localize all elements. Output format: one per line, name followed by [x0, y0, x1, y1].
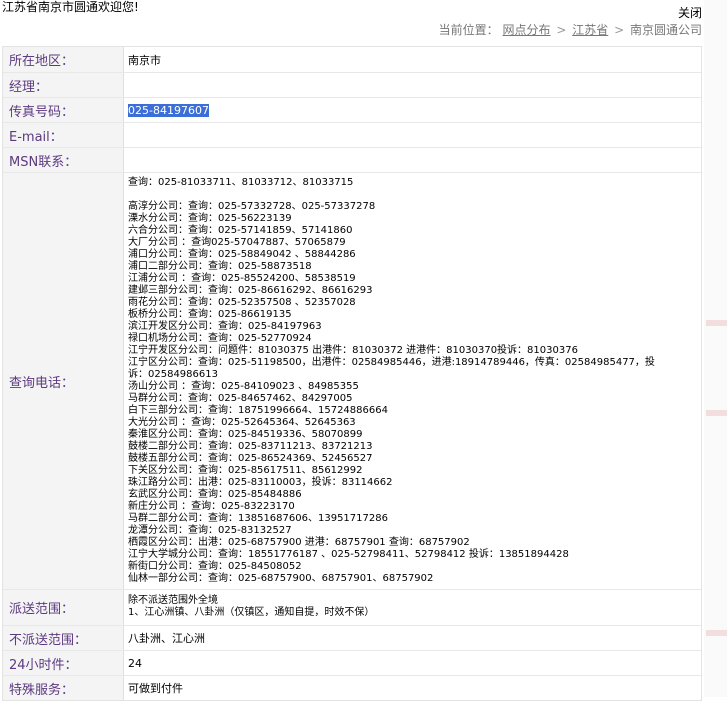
- label-area: 所在地区：: [3, 47, 124, 72]
- background-page-strip: [704, 0, 727, 697]
- row-fax: 传真号码： 025-84197607: [3, 98, 701, 123]
- value-manager: [124, 73, 701, 97]
- inquiry-line: 栖霞区分公司：出港：025-68757900 进港：68757901 查询：68…: [128, 537, 470, 548]
- breadcrumb-current: 南京圆通公司: [629, 23, 702, 37]
- delivery-line: 1、江心洲镇、八卦洲（仅镇区，通知自提，时效不保）: [128, 607, 375, 618]
- label-delivery: 派送范围：: [3, 590, 124, 625]
- inquiry-line: 溧水分公司：查询：025-56223139: [128, 213, 292, 224]
- inquiry-line: 大厂分公司 ：查询025-57047887、57065879: [128, 237, 346, 248]
- inquiry-line: 新街口分公司：查询：025-84508052: [128, 561, 302, 572]
- breadcrumb-prefix: 当前位置：: [438, 23, 499, 37]
- breadcrumb: 当前位置： 网点分布 > 江苏省 > 南京圆通公司: [439, 22, 702, 38]
- inquiry-line: 马群分公司：查询：025-84657462、84297005: [128, 393, 353, 404]
- row-delivery: 派送范围： 除不派送范围外全境 1、江心洲镇、八卦洲（仅镇区，通知自提，时效不保…: [3, 590, 701, 626]
- label-fax: 传真号码：: [3, 98, 124, 122]
- background-marker: [706, 320, 727, 326]
- welcome-text: 江苏省南京市圆通欢迎您!: [2, 0, 139, 14]
- delivery-line: 除不派送范围外全境: [128, 595, 218, 606]
- inquiry-line: 江宁区分公司：查询：025-51198500，出港件：02584985446，进…: [128, 357, 655, 368]
- label-msn: MSN联系：: [3, 148, 124, 172]
- value-area: 南京市: [124, 47, 701, 72]
- breadcrumb-separator: >: [556, 23, 567, 37]
- inquiry-line: 新庄分公司 ：查询：025-83223170: [128, 501, 295, 512]
- label-email: E-mail：: [3, 123, 124, 147]
- inquiry-line: 玄武区分公司：查询：025-85484886: [128, 489, 302, 500]
- row-special: 特殊服务： 可做到付件: [3, 676, 701, 700]
- label-24h: 24小时件：: [3, 651, 124, 675]
- row-area: 所在地区： 南京市: [3, 47, 701, 73]
- inquiry-line: 板桥分公司：查询：025-86619135: [128, 309, 292, 320]
- value-fax-cell: 025-84197607: [124, 98, 701, 122]
- value-24h: 24: [124, 651, 701, 675]
- inquiry-line: 六合分公司：查询：025-57141859、57141860: [128, 225, 353, 236]
- row-24h: 24小时件： 24: [3, 651, 701, 676]
- inquiry-line: 雨花分公司：查询：025-52357508 、52357028: [128, 297, 356, 308]
- value-special: 可做到付件: [124, 676, 701, 700]
- breadcrumb-link-network[interactable]: 网点分布: [503, 23, 551, 37]
- inquiry-line: 鼓楼二部分公司：查询：025-83711213、83721213: [128, 441, 373, 452]
- row-email: E-mail：: [3, 123, 701, 148]
- inquiry-line: 禄口机场分公司：查询：025-52770924: [128, 333, 312, 344]
- background-marker: [706, 410, 727, 416]
- value-email: [124, 123, 701, 147]
- inquiry-line: 龙潭分公司：查询：025-83132527: [128, 525, 292, 536]
- inquiry-main-line: 查询：025-81033711、81033712、81033715: [128, 177, 354, 188]
- inquiry-line: 马群二部分公司：查询：13851687606、13951717286: [128, 513, 388, 524]
- value-msn: [124, 148, 701, 172]
- value-delivery: 除不派送范围外全境 1、江心洲镇、八卦洲（仅镇区，通知自提，时效不保）: [124, 590, 701, 625]
- inquiry-line: 汤山分公司 ：查询：025-84109023 、84985355: [128, 381, 359, 392]
- row-nodelivery: 不派送范围： 八卦洲、江心洲: [3, 626, 701, 651]
- breadcrumb-separator: >: [614, 23, 625, 37]
- row-manager: 经理：: [3, 73, 701, 98]
- value-inquiry: 查询：025-81033711、81033712、81033715 高淳分公司：…: [124, 173, 701, 589]
- label-nodelivery: 不派送范围：: [3, 626, 124, 650]
- inquiry-line: 鼓楼五部分公司：查询：025-86524369、52456527: [128, 453, 373, 464]
- inquiry-line: 滨江开发区分公司：查询：025-84197963: [128, 321, 322, 332]
- inquiry-line: 大光分公司 ：查询：025-52645364、52645363: [128, 417, 356, 428]
- inquiry-line: 白下三部分公司：查询：18751996664、15724886664: [128, 405, 388, 416]
- label-manager: 经理：: [3, 73, 124, 97]
- inquiry-line: 仙林一部分公司：查询：025-68757900、68757901、6875790…: [128, 573, 434, 584]
- branch-info-table: 所在地区： 南京市 经理： 传真号码： 025-84197607 E-mail：…: [2, 46, 702, 701]
- label-special: 特殊服务：: [3, 676, 124, 700]
- value-nodelivery: 八卦洲、江心洲: [124, 626, 701, 650]
- inquiry-line: 浦口二部分公司：查询：025-58873518: [128, 261, 312, 272]
- inquiry-line: 诉：02584986613: [128, 369, 218, 380]
- inquiry-line: 秦淮区分公司：查询：025-84519336、58070899: [128, 429, 363, 440]
- label-inquiry: 查询电话：: [3, 173, 124, 589]
- inquiry-line: 江宁大学城分公司：查询：18551776187 、025-52798411、52…: [128, 549, 569, 560]
- inquiry-line: 珠江路分公司：出港：025-83110003，投诉：83114662: [128, 477, 393, 488]
- inquiry-line: 江浦分公司 ：查询：025-85524200、58538519: [128, 273, 356, 284]
- background-marker: [706, 630, 727, 636]
- row-inquiry: 查询电话： 查询：025-81033711、81033712、81033715 …: [3, 173, 701, 590]
- inquiry-line: 浦口分公司：查询：025-58849042 、58844286: [128, 249, 356, 260]
- inquiry-line: 建邺三部分公司：查询：025-86616292、86616293: [128, 285, 373, 296]
- value-fax: 025-84197607: [128, 103, 209, 117]
- inquiry-line: 高淳分公司：查询：025-57332728、025-57337278: [128, 201, 376, 212]
- inquiry-line: 江宁开发区分公司：问题件：81030375 出港件：81030372 进港件：8…: [128, 345, 578, 356]
- close-link[interactable]: 关闭: [678, 6, 702, 20]
- row-msn: MSN联系：: [3, 148, 701, 173]
- inquiry-line: 下关区分公司：查询：025-85617511、85612992: [128, 465, 363, 476]
- breadcrumb-link-province[interactable]: 江苏省: [572, 23, 608, 37]
